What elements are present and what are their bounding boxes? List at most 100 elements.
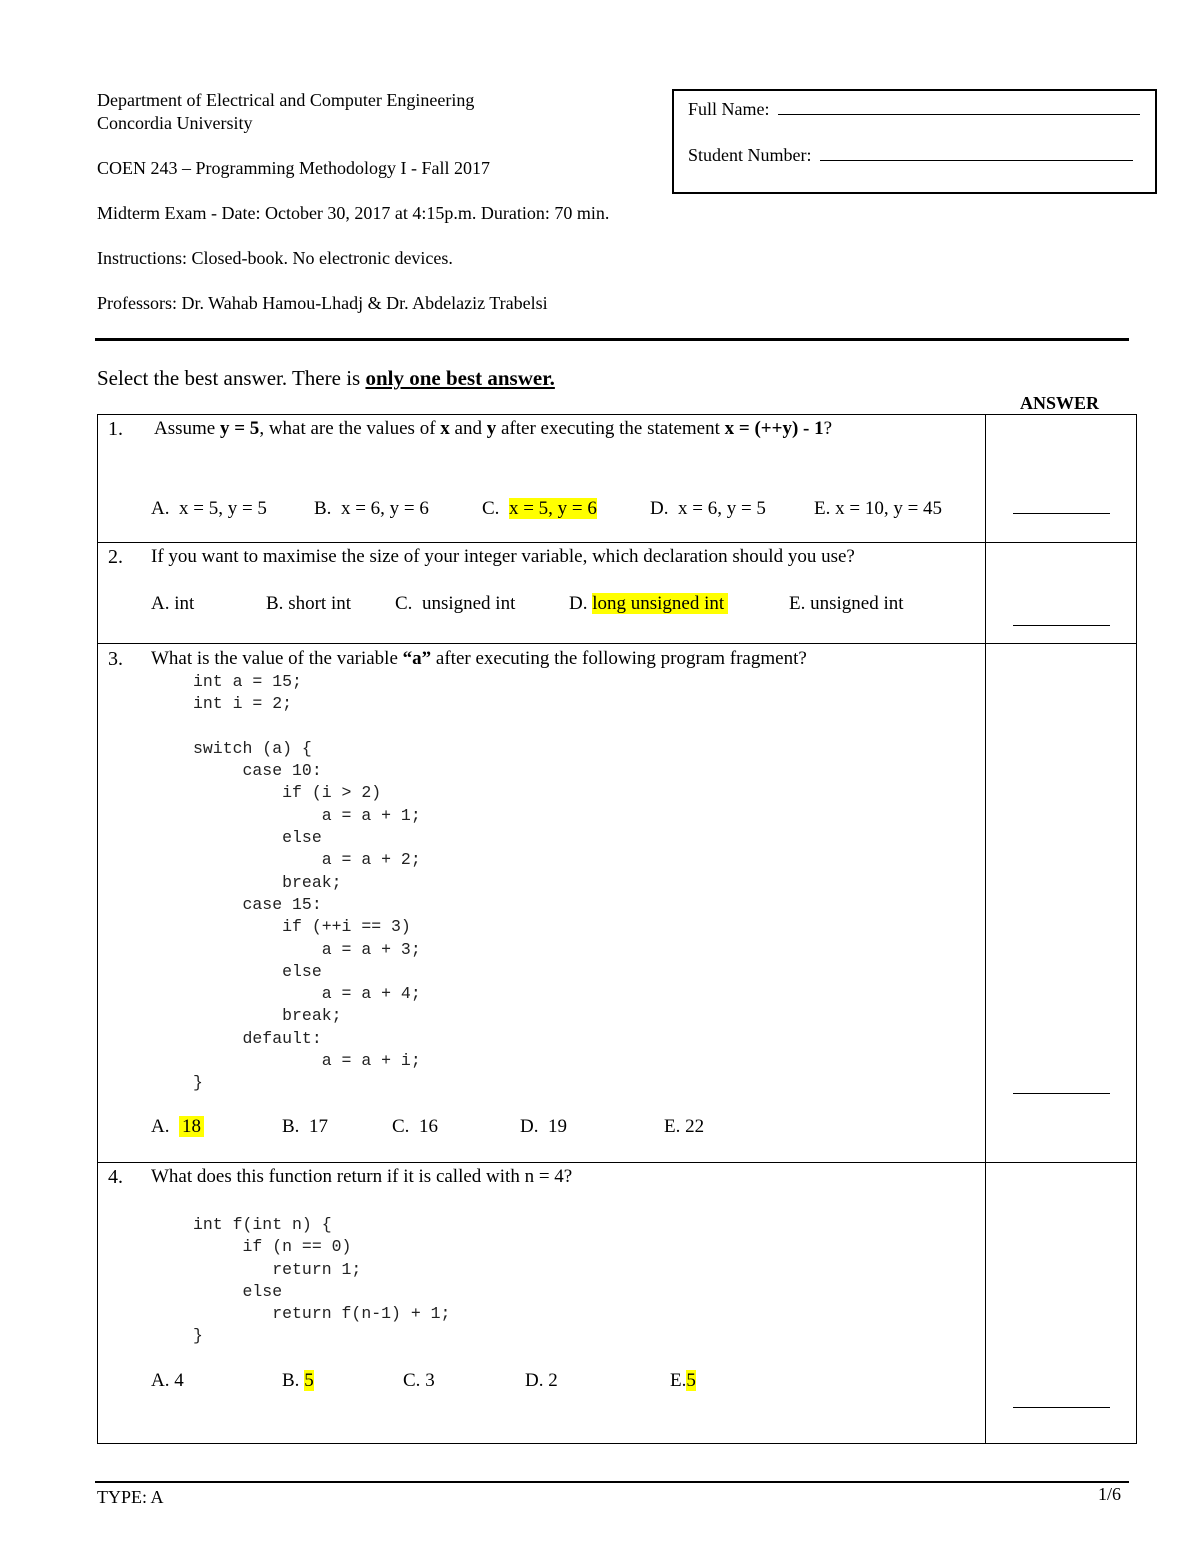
answer-blank[interactable]: [1013, 1407, 1111, 1408]
student-number-field[interactable]: [820, 146, 1133, 161]
code-line: }: [193, 1326, 203, 1346]
code-block: int a = 15; int i = 2; switch (a) { case …: [193, 671, 421, 1095]
question-number: 3.: [108, 648, 123, 670]
answer-blank[interactable]: [1013, 625, 1111, 626]
question-cell: 2. If you want to maximise the size of y…: [96, 542, 987, 644]
full-name-field[interactable]: [778, 100, 1140, 115]
option-d[interactable]: D. long unsigned int: [569, 593, 729, 615]
exam-instructions: Instructions: Closed-book. No electronic…: [97, 248, 453, 268]
code-line: break;: [193, 1006, 342, 1026]
course-title: COEN 243 – Programming Methodology I - F…: [97, 158, 490, 178]
code-line: int i = 2;: [193, 694, 293, 714]
exam-type: TYPE: A: [97, 1487, 164, 1507]
option-a[interactable]: A. x = 5, y = 5: [151, 498, 267, 520]
option-c[interactable]: C. unsigned int: [395, 593, 515, 615]
professors: Professors: Dr. Wahab Hamou-Lhadj & Dr. …: [97, 293, 548, 313]
questions-table: 1. Assume y = 5, what are the values of …: [96, 414, 1137, 1444]
answer-cell: [985, 542, 1137, 644]
header-divider: [95, 338, 1129, 341]
question-text: If you want to maximise the size of your…: [151, 546, 855, 567]
option-e[interactable]: E. unsigned int: [789, 593, 904, 615]
option-c[interactable]: C. x = 5, y = 6: [482, 498, 597, 520]
text-part: and: [449, 418, 487, 439]
option-a[interactable]: A. int: [151, 593, 194, 615]
answer-cell: [985, 414, 1137, 543]
question-number: 2.: [108, 546, 123, 568]
text-part: , what are the values of: [259, 418, 441, 439]
code-line: else: [193, 961, 322, 981]
code-line: case 10:: [193, 761, 322, 781]
code-line: a = a + 1;: [193, 805, 421, 825]
code-line: else: [193, 1281, 283, 1301]
department-name: Department of Electrical and Computer En…: [97, 90, 475, 110]
option-b[interactable]: B. short int: [266, 593, 351, 615]
university-name: Concordia University: [97, 113, 253, 133]
code-line: int a = 15;: [193, 672, 302, 691]
code-line: return 1;: [193, 1259, 362, 1279]
code-line: default:: [193, 1028, 322, 1048]
question-number: 1.: [108, 418, 123, 440]
answer-blank[interactable]: [1013, 513, 1111, 514]
code-line: break;: [193, 872, 342, 892]
option-d[interactable]: D. 2: [525, 1370, 558, 1392]
text-part: ?: [823, 418, 833, 439]
question-cell: 4. What does this function return if it …: [96, 1162, 987, 1444]
option-c[interactable]: C. 3: [403, 1370, 435, 1392]
option-e[interactable]: E. x = 10, y = 45: [814, 498, 942, 520]
code-line: return f(n-1) + 1;: [193, 1304, 451, 1324]
question-row-2: 2. If you want to maximise the size of y…: [96, 542, 1137, 644]
page-number: 1/6: [1098, 1484, 1122, 1504]
code-line: if (i > 2): [193, 783, 382, 803]
option-d[interactable]: D. 19: [520, 1116, 567, 1138]
code-line: if (n == 0): [193, 1237, 352, 1257]
question-cell: 1. Assume y = 5, what are the values of …: [96, 414, 987, 543]
option-d[interactable]: D. x = 6, y = 5: [650, 498, 766, 520]
option-c[interactable]: C. 16: [392, 1116, 438, 1138]
section-instruction: Select the best answer. There is only on…: [97, 366, 555, 391]
code-line: a = a + 3;: [193, 939, 421, 959]
question-text: What is the value of the variable “a” af…: [151, 648, 807, 669]
code-line: else: [193, 828, 322, 848]
code-line: switch (a) {: [193, 738, 312, 758]
question-text: What does this function return if it is …: [151, 1166, 573, 1187]
option-e[interactable]: E.5: [670, 1370, 696, 1392]
text-part: x: [440, 418, 450, 439]
full-name-label: Full Name:: [688, 99, 770, 119]
text-part: x = (++y) - 1: [724, 418, 824, 439]
instruction-text: Select the best answer. There is: [97, 366, 366, 390]
footer-divider: [95, 1481, 1129, 1483]
code-line: if (++i == 3): [193, 917, 411, 937]
code-line: a = a + 4;: [193, 984, 421, 1004]
option-e[interactable]: E. 22: [664, 1116, 704, 1138]
option-b[interactable]: B. x = 6, y = 6: [314, 498, 429, 520]
question-number: 4.: [108, 1166, 123, 1188]
option-a[interactable]: A. 4: [151, 1370, 184, 1392]
text-part: after executing the statement: [496, 418, 725, 439]
code-line: a = a + i;: [193, 1051, 421, 1071]
code-block: int f(int n) { if (n == 0) return 1; els…: [193, 1214, 450, 1348]
student-number-label: Student Number:: [688, 145, 812, 165]
student-info-box: Full Name: Student Number:: [672, 89, 1157, 194]
answer-column-header: ANSWER: [1020, 393, 1100, 413]
code-line: case 15:: [193, 894, 322, 914]
code-line: int f(int n) {: [193, 1215, 332, 1234]
answer-cell: [985, 643, 1137, 1163]
exam-info: Midterm Exam - Date: October 30, 2017 at…: [97, 203, 610, 223]
question-row-4: 4. What does this function return if it …: [96, 1162, 1137, 1444]
question-row-1: 1. Assume y = 5, what are the values of …: [96, 414, 1137, 543]
option-a[interactable]: A. 18: [151, 1116, 204, 1138]
question-text: Assume y = 5, what are the values of x a…: [154, 418, 832, 440]
option-b[interactable]: B. 17: [282, 1116, 328, 1138]
text-part: y: [486, 418, 497, 439]
answer-blank[interactable]: [1013, 1093, 1111, 1094]
student-number-row: Student Number:: [688, 145, 1133, 166]
code-line: }: [193, 1073, 203, 1093]
text-part: y = 5: [219, 418, 260, 439]
question-cell: 3. What is the value of the variable “a”…: [96, 643, 987, 1163]
full-name-row: Full Name:: [688, 99, 1140, 120]
code-line: a = a + 2;: [193, 850, 421, 870]
option-b[interactable]: B. 5: [282, 1370, 314, 1392]
text-part: Assume: [154, 418, 220, 439]
answer-cell: [985, 1162, 1137, 1444]
